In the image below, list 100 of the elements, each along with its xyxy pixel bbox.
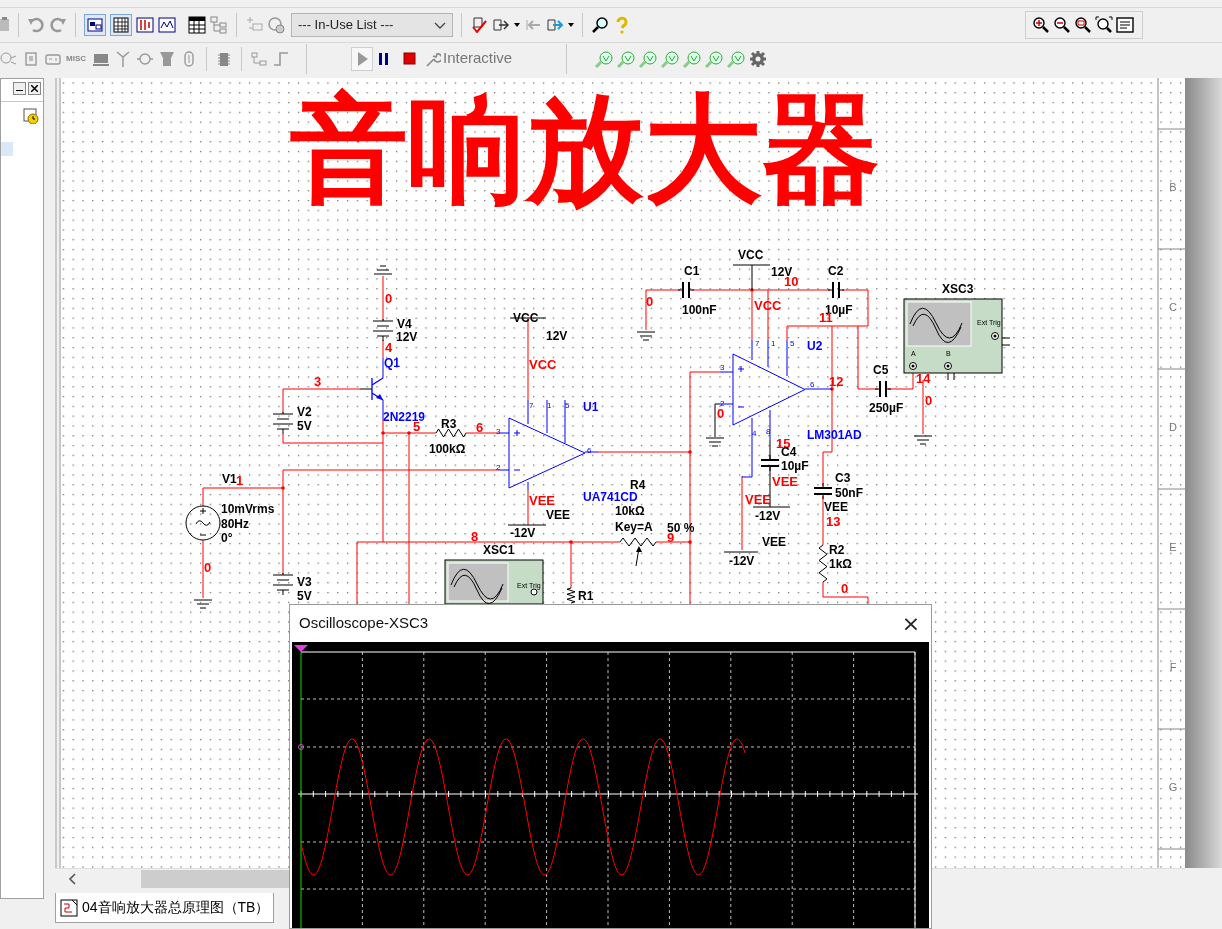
database-icon[interactable] [267,16,285,34]
close-icon[interactable] [28,82,41,95]
component-label: V3 [297,575,312,589]
chip-icon[interactable] [22,49,40,68]
component-label: 10µF [781,459,809,473]
cursor-handle-icon[interactable] [294,645,308,652]
power-probe-icon[interactable] [639,49,658,68]
component-label: -12V [729,554,755,568]
pin-number: 1 [771,339,776,348]
component-label: 10kΩ [615,504,645,518]
antenna-icon[interactable] [114,49,132,68]
net-label: VEE [529,493,555,508]
interactive-button[interactable]: Interactive [425,47,513,70]
step-line-icon[interactable] [272,49,290,68]
component-label: -12V [510,526,536,540]
component-label: V1 [222,472,237,486]
pin-number: 7 [529,401,534,410]
component-label: R4 [630,478,646,492]
undo-icon[interactable] [27,16,45,34]
zoom-out-icon[interactable] [1053,16,1071,34]
clipboard-icon[interactable] [0,16,10,34]
zone-label: G [1168,781,1178,793]
part-label: Q1 [384,356,400,370]
pin-number: 6 [810,380,815,389]
zone-label: D [1169,421,1177,433]
zoom-fit-icon[interactable] [1095,16,1113,34]
schematic-icon[interactable] [60,898,78,917]
net-label: 0 [925,393,933,408]
bus-icon[interactable] [250,49,268,68]
pin-number: 4 [752,429,757,438]
component-label: XSC3 [942,282,974,296]
net-label: 0 [841,581,849,596]
component-label: 80Hz [221,517,249,531]
reference-probe-icon[interactable] [705,49,724,68]
pin-number: 6 [587,446,592,455]
current-probe-icon[interactable] [683,49,702,68]
component-label: XSC1 [483,543,515,557]
net-label: 6 [476,420,484,435]
pin-number: 5 [790,339,795,348]
net-label: 3 [314,374,322,389]
part-label: UA741CD [583,490,638,504]
spreadsheet-icon[interactable] [188,16,206,34]
full-screen-icon[interactable] [1116,16,1134,34]
minimize-icon[interactable] [13,82,26,95]
voltmeter-probe-icon[interactable] [595,49,614,68]
search-icon[interactable] [591,16,609,34]
stop-icon[interactable] [403,51,417,66]
net-label: 0 [204,560,212,575]
oscilloscope-dialog[interactable]: Oscilloscope-XSC3 × [289,604,932,929]
zone-label: C [1169,301,1177,313]
net-label: 1 [236,473,244,488]
component-label: 100kΩ [429,442,466,456]
wrench-icon[interactable] [425,50,441,67]
component-label: C2 [828,264,844,278]
pin-number: 3 [496,427,501,436]
net-label: 8 [471,529,479,544]
net-label: 0 [717,406,725,421]
export-icon[interactable] [492,16,510,34]
component-label: 0° [221,531,233,545]
component-label: VCC [738,248,764,262]
in-use-list-dropdown[interactable]: --- In-Use List --- [291,13,453,37]
component-label: VEE [546,508,570,522]
caret-icon[interactable] [514,23,520,27]
component-label: R2 [829,543,845,557]
component-label: VEE [824,500,848,514]
gear-icon[interactable] [749,49,768,68]
chevron-down-icon[interactable] [434,20,446,30]
component-label: Key=A [615,520,653,534]
pin-number: 2 [496,463,501,472]
close-button[interactable]: × [897,609,925,638]
component-label: 12V [546,329,568,343]
net-label: 14 [916,371,931,386]
zoom-in-icon[interactable] [1032,16,1050,34]
net-label: 13 [826,514,841,529]
redo-icon[interactable] [49,16,67,34]
component-label: 1kΩ [829,557,852,571]
chart-icon[interactable] [158,16,176,34]
differential-probe-icon[interactable] [661,49,680,68]
component-label: 250µF [869,401,904,415]
window-title: Oscilloscope-XSC3 [299,613,429,634]
pin-number: 1 [547,401,552,410]
part-label: LM301AD [807,428,862,442]
net-label: 0 [646,294,654,309]
clock-icon[interactable] [23,108,39,124]
net-label: 12 [829,374,844,389]
net-label: 0 [385,291,393,306]
pin-number: 8 [766,427,771,436]
sheet-tab[interactable]: 04音响放大器总原理图（TB） [55,893,275,923]
checklist-icon[interactable] [470,16,488,34]
zone-label: F [1169,661,1177,673]
caret-icon[interactable] [568,23,574,27]
component-label: 5V [297,419,312,433]
digital-probe-icon[interactable] [727,49,746,68]
component-label: C3 [835,471,851,485]
pause-icon[interactable] [377,51,391,66]
net-label: VEE [772,474,798,489]
net-label: 10 [784,274,799,289]
zoom-area-icon[interactable] [1074,16,1092,34]
ammeter-probe-icon[interactable] [617,49,636,68]
zone-label: B [1169,181,1177,193]
